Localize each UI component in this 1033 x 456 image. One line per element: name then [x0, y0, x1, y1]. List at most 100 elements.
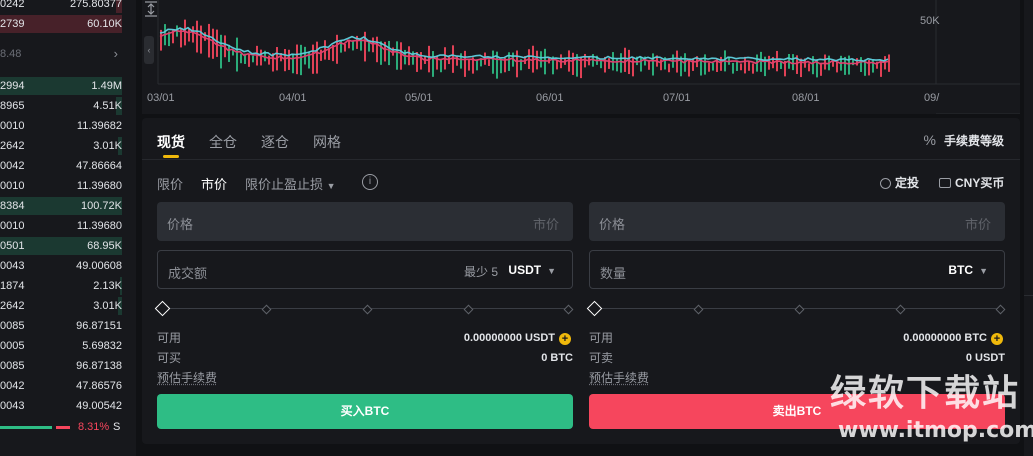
bid-row[interactable]: 0042 47.86576	[0, 376, 122, 396]
candle	[316, 41, 318, 74]
slider-step-100[interactable]	[995, 304, 1006, 315]
sell-percent-slider[interactable]	[586, 300, 1006, 317]
collapse-handle[interactable]: ‹	[144, 36, 154, 64]
bid-row[interactable]: 0010 11.39682	[0, 116, 122, 136]
candle	[492, 50, 494, 74]
candle	[464, 50, 466, 77]
candle	[888, 54, 890, 72]
buy-price-field[interactable]: 价格 市价	[157, 202, 573, 241]
mid-price: 8.48	[0, 48, 22, 60]
sell-available-amount: 0.00000000 BTC	[903, 332, 987, 344]
buy-unit-select[interactable]: USDT ▼	[508, 263, 556, 277]
bid-quantity: 2.13K	[93, 280, 122, 292]
candle	[288, 49, 290, 70]
plus-circle-icon[interactable]: +	[991, 333, 1003, 345]
candle	[216, 29, 218, 57]
candle	[620, 53, 622, 73]
slider-knob[interactable]	[586, 300, 603, 317]
bid-row[interactable]: 0043 49.00542	[0, 396, 122, 416]
buy-buyable-row: 可买 0 BTC	[157, 349, 573, 367]
candle	[336, 34, 338, 64]
candle	[376, 36, 378, 63]
buy-fee-label[interactable]: 预估手续费	[157, 369, 217, 387]
candle	[468, 58, 470, 71]
bid-price: 0043	[0, 400, 25, 412]
candle	[640, 56, 642, 72]
candle	[732, 62, 734, 74]
buy-buyable-label: 可买	[157, 351, 182, 365]
bid-row[interactable]: 0042 47.86664	[0, 156, 122, 176]
slider-step-75[interactable]	[463, 304, 474, 315]
bid-quantity: 5.69832	[82, 340, 122, 352]
order-book-mid-price[interactable]: 8.48 ›	[0, 44, 122, 64]
x-axis-tick-label: 03/01	[147, 92, 175, 104]
candle	[760, 51, 762, 72]
bid-row[interactable]: 1874 2.13K	[0, 276, 122, 296]
bid-row[interactable]: 2642 3.01K	[0, 136, 122, 156]
x-axis-tick-label: 06/01	[536, 92, 564, 104]
sell-fee-label[interactable]: 预估手续费	[589, 369, 649, 387]
candle	[344, 44, 346, 52]
buy-button[interactable]: 买入BTC	[157, 394, 573, 429]
bid-price: 8384	[0, 200, 25, 212]
slider-step-50[interactable]	[362, 304, 373, 315]
bid-quantity: 96.87151	[76, 320, 122, 332]
price-chart[interactable]: ‹ 50K 03/01 04/01 05/01 06/01 07/01 08/01 09/	[142, 0, 1020, 114]
candle	[824, 54, 826, 70]
bid-row[interactable]: 0043 49.00608	[0, 256, 122, 276]
buy-min-amount: 最少 5	[463, 265, 498, 279]
bid-price: 0042	[0, 380, 25, 392]
candle	[488, 59, 490, 66]
buy-amount-input[interactable]: 成交额 最少 5 USDT ▼	[157, 250, 573, 289]
candle	[688, 59, 690, 77]
slider-step-50[interactable]	[794, 304, 805, 315]
bid-row[interactable]: 0005 5.69832	[0, 336, 122, 356]
bid-quantity: 3.01K	[93, 140, 122, 152]
slider-step-100[interactable]	[563, 304, 574, 315]
bid-row[interactable]: 0501 68.95K	[0, 236, 122, 256]
slider-step-25[interactable]	[693, 304, 704, 315]
candlestick-chart[interactable]	[142, 0, 1020, 114]
candle	[212, 28, 214, 59]
candle	[624, 47, 626, 72]
ask-row[interactable]: 2739 60.10K	[0, 14, 122, 34]
slider-step-75[interactable]	[895, 304, 906, 315]
sell-unit-select[interactable]: BTC ▼	[948, 263, 988, 277]
bid-row[interactable]: 0085 96.87151	[0, 316, 122, 336]
candle	[448, 56, 450, 65]
slider-step-25[interactable]	[261, 304, 272, 315]
bid-row[interactable]: 8384 100.72K	[0, 196, 122, 216]
candle	[200, 25, 202, 54]
bid-row[interactable]: 8965 4.51K	[0, 96, 122, 116]
ask-quantity: 275.80377	[70, 0, 122, 10]
ask-row[interactable]: 0242 275.80377	[0, 0, 122, 14]
candle	[628, 49, 630, 75]
candle	[388, 40, 390, 66]
bid-price: 0010	[0, 120, 25, 132]
right-panel-edge	[1024, 0, 1033, 456]
sell-amount-input[interactable]: 数量 BTC ▼	[589, 250, 1005, 289]
plus-circle-icon[interactable]: +	[559, 333, 571, 345]
candle	[668, 63, 670, 73]
bid-row[interactable]: 0010 11.39680	[0, 176, 122, 196]
sell-ratio-percent: 8.31%	[78, 421, 110, 433]
candle	[516, 50, 518, 78]
bid-quantity: 4.51K	[93, 100, 122, 112]
slider-knob[interactable]	[154, 300, 171, 317]
candle	[720, 56, 722, 71]
bid-row[interactable]: 0010 11.39680	[0, 216, 122, 236]
candle	[704, 54, 706, 75]
candle	[440, 59, 442, 73]
bid-row[interactable]: 0085 96.87138	[0, 356, 122, 376]
candle	[192, 26, 194, 43]
buy-available-row: 可用 0.00000000 USDT +	[157, 329, 573, 347]
bid-row[interactable]: 2994 1.49M	[0, 76, 122, 96]
x-axis-tick-label: 09/	[924, 92, 940, 104]
fit-screen-icon[interactable]	[142, 0, 160, 18]
chevron-right-icon[interactable]: ›	[114, 44, 118, 64]
buy-percent-slider[interactable]	[154, 300, 574, 317]
sell-price-field[interactable]: 价格 市价	[589, 202, 1005, 241]
bid-row[interactable]: 2642 3.01K	[0, 296, 122, 316]
buy-price-label: 价格	[167, 217, 194, 232]
candle	[752, 63, 754, 74]
